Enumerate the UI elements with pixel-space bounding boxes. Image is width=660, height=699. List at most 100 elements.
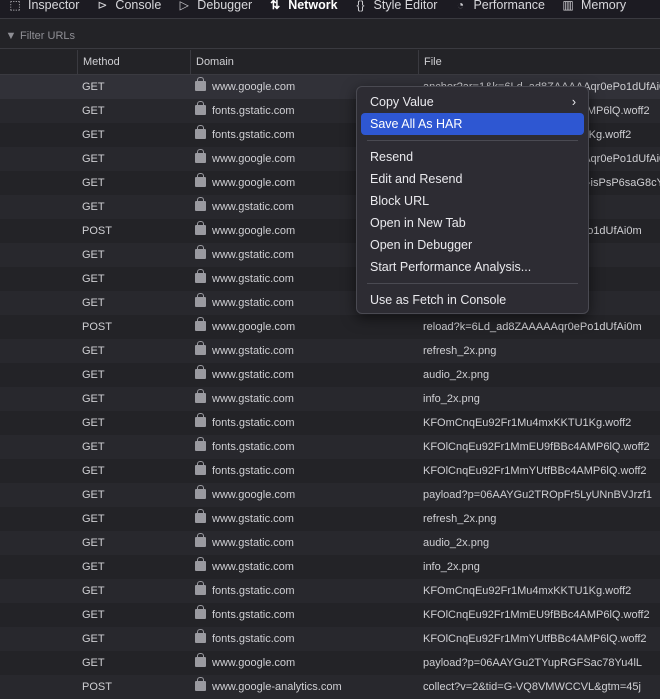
file-cell: KFOmCnqEu92Fr1Mu4mxKKTU1Kg.woff2 <box>423 585 632 597</box>
status-cell <box>0 339 77 363</box>
filter-urls-input[interactable] <box>18 30 322 42</box>
tab-label: Debugger <box>197 0 253 12</box>
menu-item-open-in-new-tab[interactable]: Open in New Tab <box>361 212 584 234</box>
table-row[interactable]: GET fonts.gstatic.com KFOmCnqEu92Fr1Mu4mxK… <box>0 411 660 435</box>
method-cell: POST <box>82 225 112 237</box>
console-icon: ⊳ <box>97 0 108 12</box>
menu-item-use-as-fetch-in-console[interactable]: Use as Fetch in Console <box>361 289 584 311</box>
network-icon: ⇅ <box>270 0 281 12</box>
tab-inspector[interactable]: ⬚ Inspector <box>0 0 87 14</box>
table-row[interactable]: GET www.gstatic.com audio_2x.png <box>0 363 660 387</box>
status-cell <box>0 387 77 411</box>
method-cell: GET <box>82 585 105 597</box>
domain-text: www.gstatic.com <box>212 513 294 525</box>
tab-label: Style Editor <box>373 0 438 12</box>
status-cell <box>0 195 77 219</box>
table-row[interactable]: POST www.google.com reload?k=6Ld_ad8ZAAAAA… <box>0 315 660 339</box>
table-row[interactable]: GET fonts.gstatic.com KFOlCnqEu92Fr1MmEU9f… <box>0 603 660 627</box>
domain-cell: www.google.com <box>190 315 418 339</box>
table-row[interactable]: GET www.gstatic.com refresh_2x.png <box>0 507 660 531</box>
menu-item-edit-and-resend[interactable]: Edit and Resend <box>361 168 584 190</box>
menu-item-block-url[interactable]: Block URL <box>361 190 584 212</box>
menu-item-save-all-as-har[interactable]: Save All As HAR <box>361 113 584 135</box>
table-row[interactable]: GET fonts.gstatic.com KFOmCnqEu92Fr1Mu4mxK… <box>0 579 660 603</box>
table-row[interactable]: GET www.google.com payload?p=06AAYGu2TROpF… <box>0 483 660 507</box>
domain-text: www.google.com <box>212 153 296 165</box>
domain-cell: fonts.gstatic.com <box>190 627 418 651</box>
menu-item-open-in-debugger[interactable]: Open in Debugger <box>361 234 584 256</box>
file-cell: payload?p=06AAYGu2TYupRGFSac78Yu4lL <box>423 657 643 669</box>
method-column-header[interactable]: Method <box>77 50 190 74</box>
lock-icon <box>195 197 206 211</box>
status-column-header[interactable] <box>0 50 77 74</box>
domain-text: fonts.gstatic.com <box>212 417 295 429</box>
menu-item-label: Resend <box>370 150 414 164</box>
tab-debugger[interactable]: ▷ Debugger <box>169 0 260 14</box>
menu-item-resend[interactable]: Resend <box>361 146 584 168</box>
method-cell: GET <box>82 273 105 285</box>
lock-icon <box>195 269 206 283</box>
status-cell <box>0 75 77 99</box>
domain-text: fonts.gstatic.com <box>212 609 295 621</box>
menu-item-copy-value[interactable]: Copy Value › <box>361 91 584 113</box>
method-cell: GET <box>82 129 105 141</box>
lock-icon <box>195 581 206 595</box>
status-cell <box>0 531 77 555</box>
table-row[interactable]: GET www.gstatic.com audio_2x.png <box>0 531 660 555</box>
menu-item-start-performance-analysis[interactable]: Start Performance Analysis... <box>361 256 584 278</box>
domain-cell: fonts.gstatic.com <box>190 579 418 603</box>
tab-label: Inspector <box>28 0 80 12</box>
method-cell: GET <box>82 345 105 357</box>
status-cell <box>0 459 77 483</box>
table-row[interactable]: GET www.gstatic.com info_2x.png <box>0 555 660 579</box>
table-row[interactable]: GET fonts.gstatic.com KFOlCnqEu92Fr1MmEU9f… <box>0 435 660 459</box>
file-cell: collect?v=2&tid=G-VQ8VMWCCVL&gtm=45j <box>423 681 641 693</box>
domain-text: fonts.gstatic.com <box>212 441 295 453</box>
lock-icon <box>195 533 206 547</box>
method-cell: GET <box>82 417 105 429</box>
chevron-right-icon: › <box>571 95 576 109</box>
lock-icon <box>195 485 206 499</box>
tab-performance[interactable]: ◔ Performance <box>445 0 553 14</box>
file-cell: reload?k=6Ld_ad8ZAAAAAqr0ePo1dUfAi0m <box>423 321 642 333</box>
domain-text: www.google.com <box>212 177 296 189</box>
status-cell <box>0 627 77 651</box>
lock-icon <box>195 221 206 235</box>
domain-text: www.gstatic.com <box>212 273 294 285</box>
style-editor-icon: {} <box>356 0 365 12</box>
tab-label: Network <box>288 0 338 12</box>
tab-memory[interactable]: ▥ Memory <box>553 0 634 14</box>
domain-text: www.google.com <box>212 321 296 333</box>
table-row[interactable]: GET www.google.com payload?p=06AAYGu2TYupR… <box>0 651 660 675</box>
file-cell: audio_2x.png <box>423 369 490 381</box>
tab-console[interactable]: ⊳ Console <box>87 0 169 14</box>
tab-style-editor[interactable]: {} Style Editor <box>346 0 446 14</box>
tab-network[interactable]: ⇅ Network <box>260 0 345 14</box>
network-toolbar: ▼ <box>0 24 660 49</box>
status-cell <box>0 219 77 243</box>
file-cell: KFOmCnqEu92Fr1Mu4mxKKTU1Kg.woff2 <box>423 417 632 429</box>
method-cell: GET <box>82 249 105 261</box>
method-cell: GET <box>82 201 105 213</box>
method-cell: POST <box>82 681 112 693</box>
menu-item-label: Open in Debugger <box>370 238 473 252</box>
domain-cell: www.gstatic.com <box>190 555 418 579</box>
domain-column-header[interactable]: Domain <box>190 50 418 74</box>
domain-cell: www.google.com <box>190 651 418 675</box>
status-cell <box>0 555 77 579</box>
domain-cell: fonts.gstatic.com <box>190 435 418 459</box>
menu-item-label: Start Performance Analysis... <box>370 260 532 274</box>
domain-text: www.google.com <box>212 489 296 501</box>
table-row[interactable]: GET fonts.gstatic.com KFOlCnqEu92Fr1MmYUtf… <box>0 627 660 651</box>
file-cell: payload?p=06AAYGu2TROpFr5LyUNnBVJrzf1 <box>423 489 652 501</box>
status-cell <box>0 651 77 675</box>
file-cell: info_2x.png <box>423 561 480 573</box>
table-row[interactable]: GET www.gstatic.com info_2x.png <box>0 387 660 411</box>
domain-text: www.gstatic.com <box>212 369 294 381</box>
table-row[interactable]: POST www.google-analytics.com collect?v=2&… <box>0 675 660 699</box>
memory-icon: ▥ <box>562 0 574 12</box>
table-row[interactable]: GET www.gstatic.com refresh_2x.png <box>0 339 660 363</box>
file-column-header[interactable]: File <box>418 50 660 74</box>
lock-icon <box>195 461 206 475</box>
table-row[interactable]: GET fonts.gstatic.com KFOlCnqEu92Fr1MmYUtf… <box>0 459 660 483</box>
